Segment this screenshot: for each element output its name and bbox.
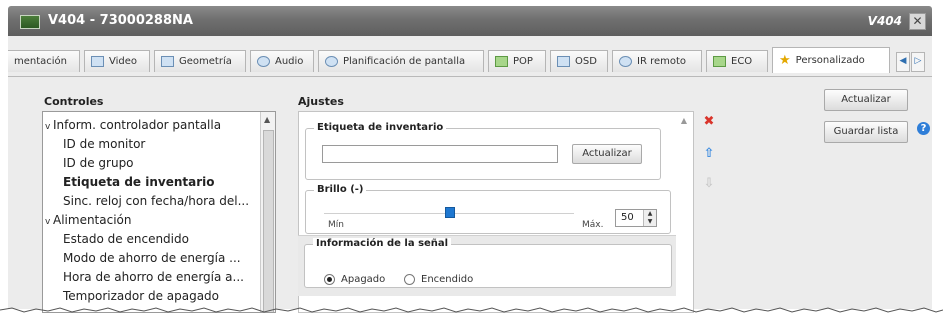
spinner-arrows-icon[interactable]: ▲ ▼ [643, 210, 656, 226]
delete-icon[interactable]: ✖ [702, 115, 716, 129]
tab-scroll-right-button[interactable]: ▷ [911, 52, 925, 72]
brightness-spinner[interactable]: 50 ▲ ▼ [615, 209, 657, 227]
ir-remote-icon [619, 56, 632, 67]
tab-label: Planificación de pantalla [343, 56, 466, 67]
tree-group-controller-info[interactable]: v Inform. controlador pantalla [45, 118, 221, 132]
tree-item-monitor-id[interactable]: ID de monitor [63, 137, 145, 151]
tab-label: mentación [14, 56, 68, 67]
expand-caret-icon: v [45, 217, 51, 227]
controls-title: Controles [44, 95, 104, 108]
eco-icon [713, 56, 726, 67]
asset-tag-legend: Etiqueta de inventario [314, 122, 447, 133]
scroll-up-icon: ▲ [264, 115, 271, 124]
tab-label: IR remoto [637, 56, 687, 67]
tab-scroll-left-button[interactable]: ◀ [896, 52, 910, 72]
tab-personalizado[interactable]: ★ Personalizado [772, 47, 890, 73]
asset-tag-input[interactable] [322, 145, 558, 163]
chevron-right-icon: ▷ [914, 56, 922, 66]
save-list-button[interactable]: Guardar lista [824, 121, 908, 143]
audio-icon [257, 56, 270, 67]
tab-video[interactable]: Video [84, 50, 150, 72]
update-button[interactable]: Actualizar [824, 89, 908, 111]
model-label: V404 [867, 14, 902, 28]
tree-item-power-save-mode[interactable]: Modo de ahorro de energía ... [63, 251, 241, 265]
settings-title: Ajustes [298, 95, 344, 108]
brightness-group: Brillo (-) Mín Máx. 50 ▲ ▼ [305, 184, 671, 234]
tree-item-clock-sync[interactable]: Sinc. reloj con fecha/hora del... [63, 194, 249, 208]
tree-item-off-timer[interactable]: Temporizador de apagado [63, 289, 219, 303]
scroll-up-icon[interactable]: ▲ [681, 116, 687, 125]
tab-label: ECO [731, 56, 753, 67]
tab-eco[interactable]: ECO [706, 50, 768, 72]
tab-label: POP [513, 56, 533, 67]
tab-label: Video [109, 56, 138, 67]
geometry-icon [161, 56, 174, 67]
close-icon: ✕ [912, 14, 923, 28]
tree-item-power-save-time[interactable]: Hora de ahorro de energía a... [63, 270, 244, 284]
clock-icon [325, 56, 338, 67]
tab-pop[interactable]: POP [488, 50, 546, 72]
tab-audio[interactable]: Audio [250, 50, 314, 72]
tree-item-group-id[interactable]: ID de grupo [63, 156, 134, 170]
signal-info-legend: Información de la señal [313, 238, 452, 249]
brightness-value: 50 [621, 212, 634, 223]
radio-on[interactable]: Encendido [404, 274, 473, 285]
window-title: V404 - 73000288NA [48, 13, 193, 28]
scrollbar-thumb[interactable] [263, 130, 274, 312]
tab-ir-remoto[interactable]: IR remoto [612, 50, 702, 72]
tab-strip: mentación Video Geometría Audio Planific… [8, 36, 932, 77]
radio-unchecked-icon [404, 274, 415, 285]
tree-item-power-status[interactable]: Estado de encendido [63, 232, 189, 246]
tree-group-power[interactable]: v Alimentación [45, 213, 132, 227]
torn-edge [0, 307, 943, 313]
osd-icon [557, 56, 570, 67]
brightness-max-label: Máx. [582, 220, 604, 230]
asset-tag-update-button[interactable]: Actualizar [572, 144, 642, 164]
expand-caret-icon: v [45, 122, 51, 132]
tab-label: Personalizado [795, 55, 865, 66]
main-panel: Controles Ajustes v Inform. controlador p… [8, 77, 932, 313]
tab-label: Audio [275, 56, 304, 67]
controls-tree[interactable]: v Inform. controlador pantalla ID de moni… [42, 111, 276, 313]
brightness-slider[interactable] [324, 207, 574, 218]
tab-alimentacion[interactable]: mentación [8, 50, 80, 72]
star-icon: ★ [779, 53, 791, 68]
tab-geometria[interactable]: Geometría [154, 50, 246, 72]
asset-tag-group: Etiqueta de inventario Actualizar [305, 122, 661, 180]
tab-planificacion[interactable]: Planificación de pantalla [318, 50, 484, 72]
settings-panel: ▲ Etiqueta de inventario Actualizar Bril… [298, 111, 694, 313]
tab-label: Geometría [179, 56, 232, 67]
tab-osd[interactable]: OSD [550, 50, 608, 72]
pop-icon [495, 56, 508, 67]
move-up-icon[interactable]: ⇧ [702, 147, 716, 161]
move-down-icon[interactable]: ⇩ [702, 177, 716, 191]
tab-label: OSD [575, 56, 597, 67]
radio-off[interactable]: Apagado [324, 274, 385, 285]
title-bar: V404 - 73000288NA V404 ✕ [8, 6, 932, 36]
tree-item-asset-tag[interactable]: Etiqueta de inventario [63, 175, 215, 189]
slider-thumb[interactable] [445, 207, 455, 218]
brightness-legend: Brillo (-) [314, 184, 367, 195]
brightness-min-label: Mín [328, 220, 344, 230]
close-button[interactable]: ✕ [909, 13, 926, 30]
controls-scrollbar[interactable]: ▲ [260, 112, 275, 312]
video-icon [91, 56, 104, 67]
radio-checked-icon [324, 274, 335, 285]
monitor-app-icon [20, 15, 40, 29]
chevron-left-icon: ◀ [899, 56, 907, 66]
help-icon[interactable]: ? [917, 122, 930, 135]
signal-info-area: Información de la señal Apagado Encendid… [298, 235, 676, 296]
